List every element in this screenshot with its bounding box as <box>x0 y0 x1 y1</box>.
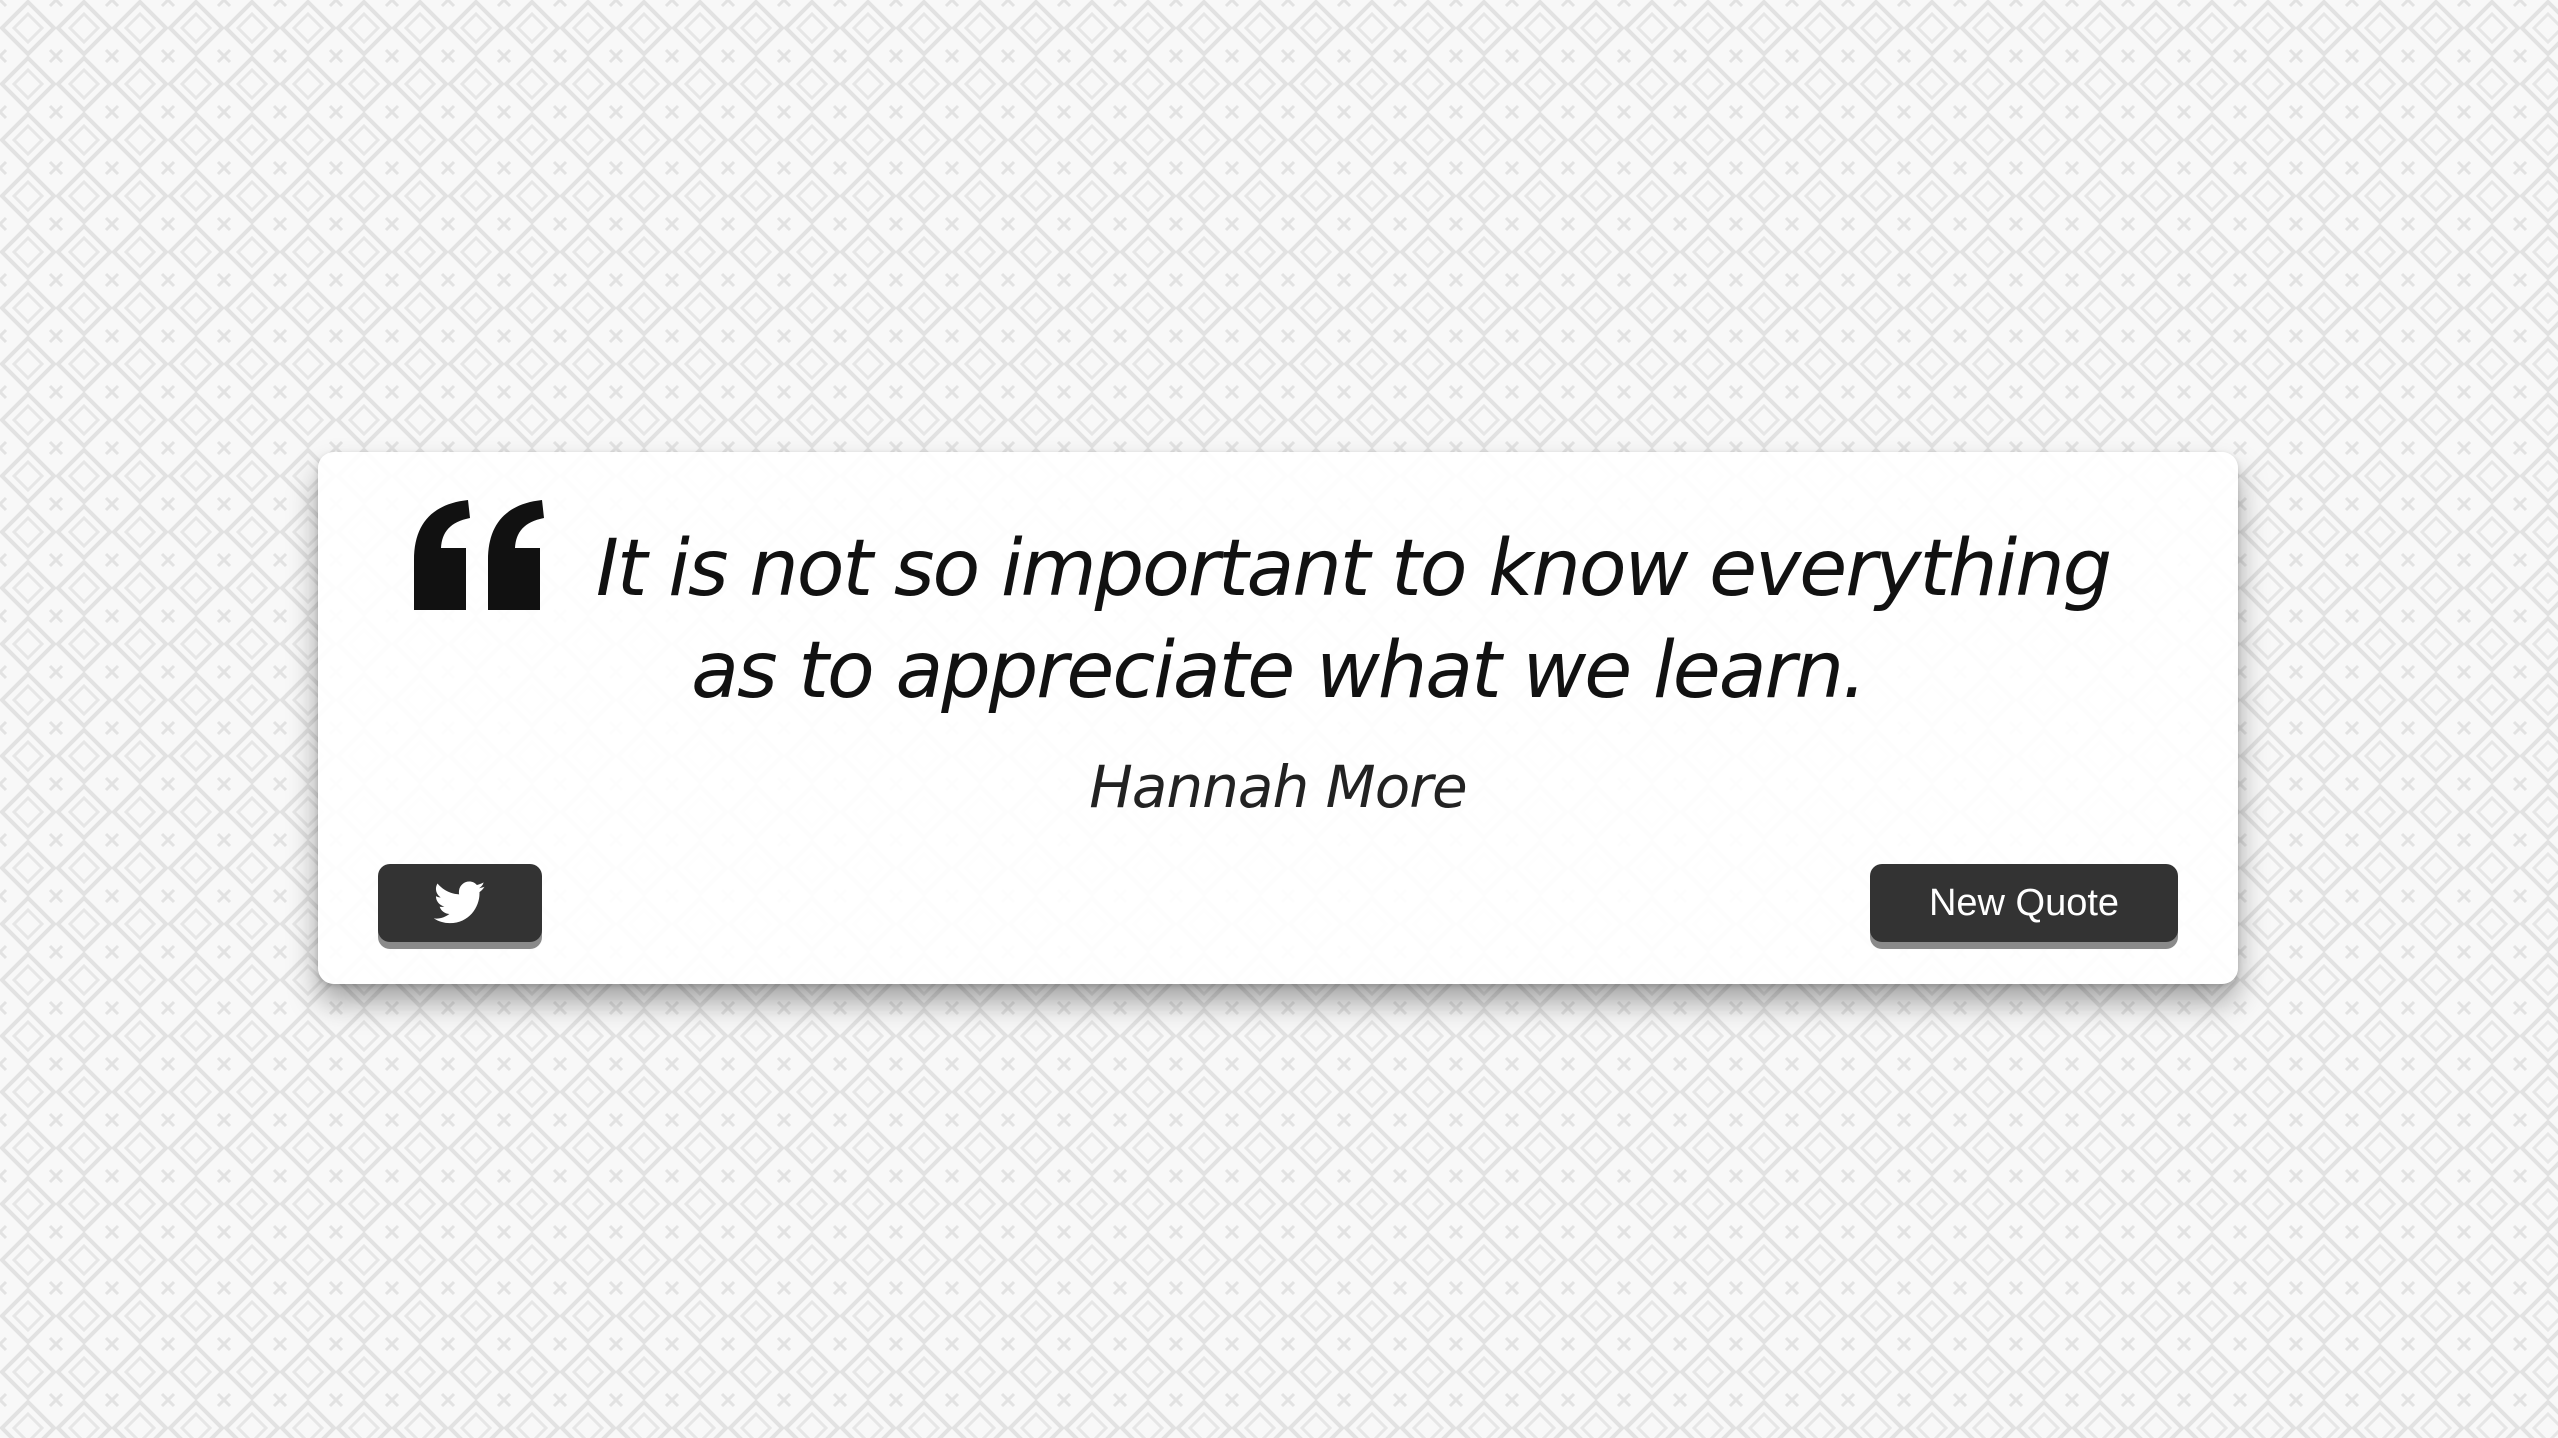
quote-author: Hannah More <box>1089 753 1467 821</box>
new-quote-button[interactable]: New Quote <box>1870 864 2178 942</box>
twitter-icon <box>434 881 486 924</box>
tweet-button[interactable] <box>378 864 542 942</box>
quote-card: It is not so important to know everythin… <box>318 452 2238 984</box>
quote-text: It is not so important to know everythin… <box>595 524 2112 716</box>
